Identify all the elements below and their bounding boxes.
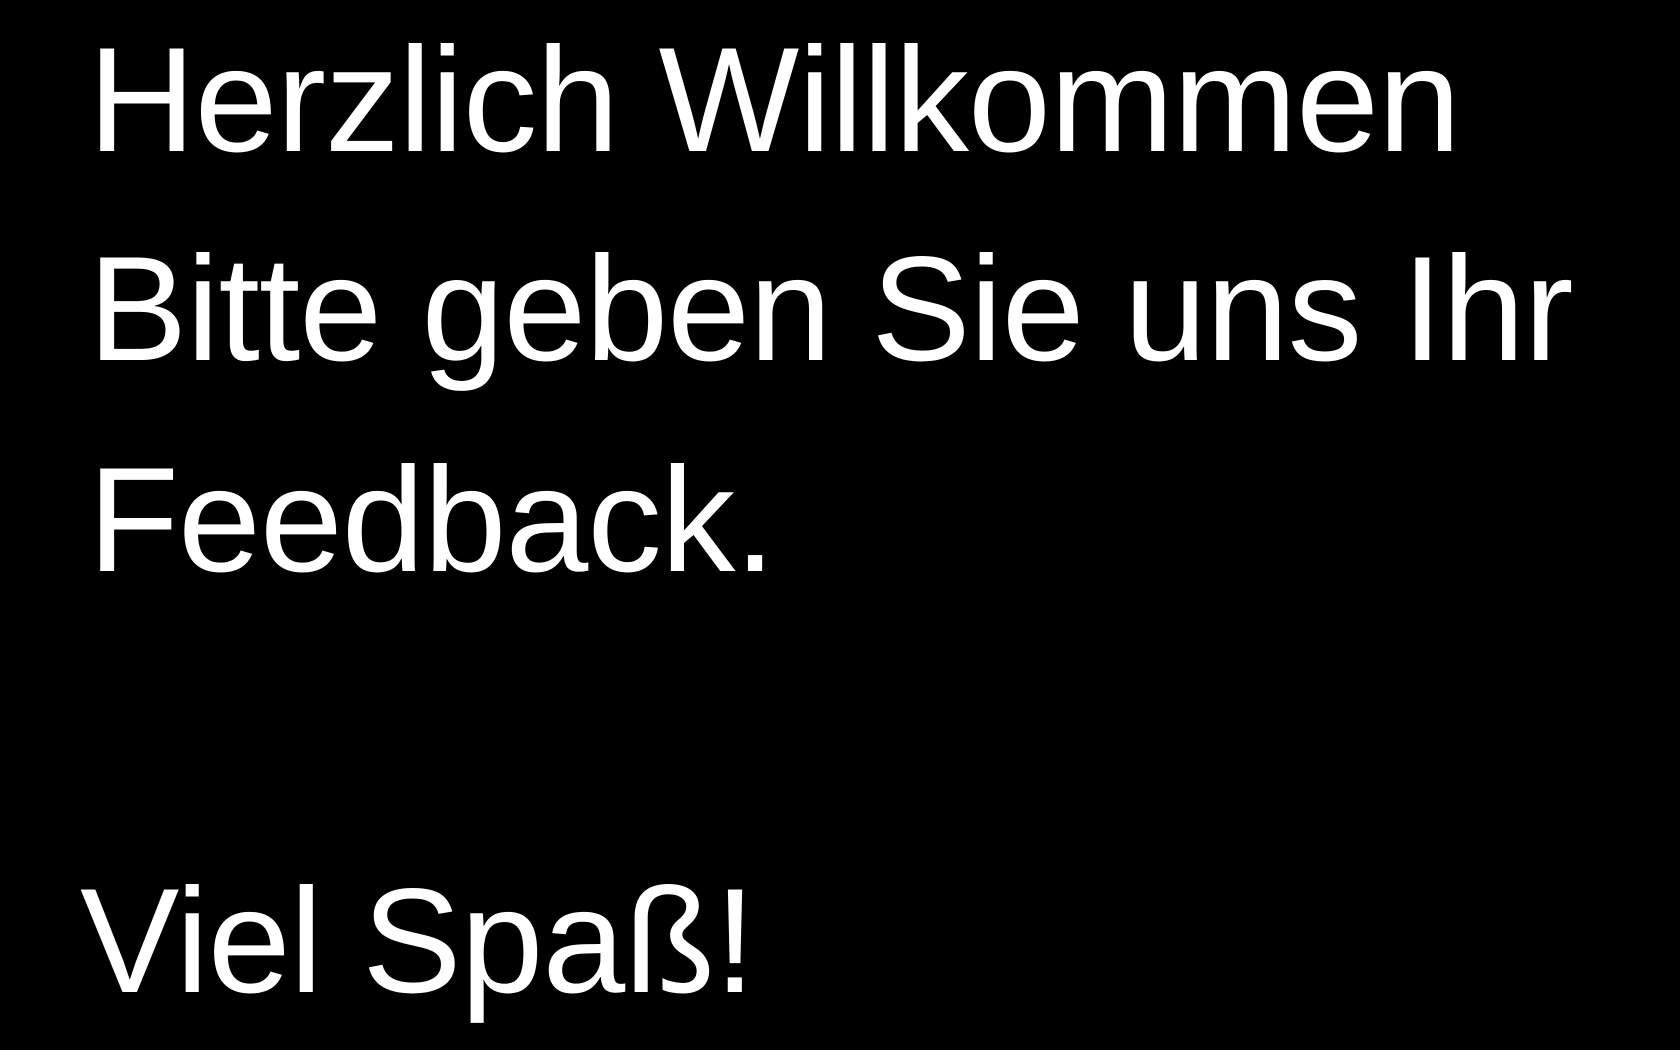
welcome-screen: Herzlich Willkommen Bitte geben Sie uns …: [0, 0, 1680, 1050]
feedback-request-line-2: Feedback.: [88, 436, 776, 603]
feedback-request-line-1: Bitte geben Sie uns Ihr: [88, 225, 1574, 392]
welcome-heading: Herzlich Willkommen: [88, 16, 1461, 183]
closing-message: Viel Spaß!: [80, 857, 756, 1024]
